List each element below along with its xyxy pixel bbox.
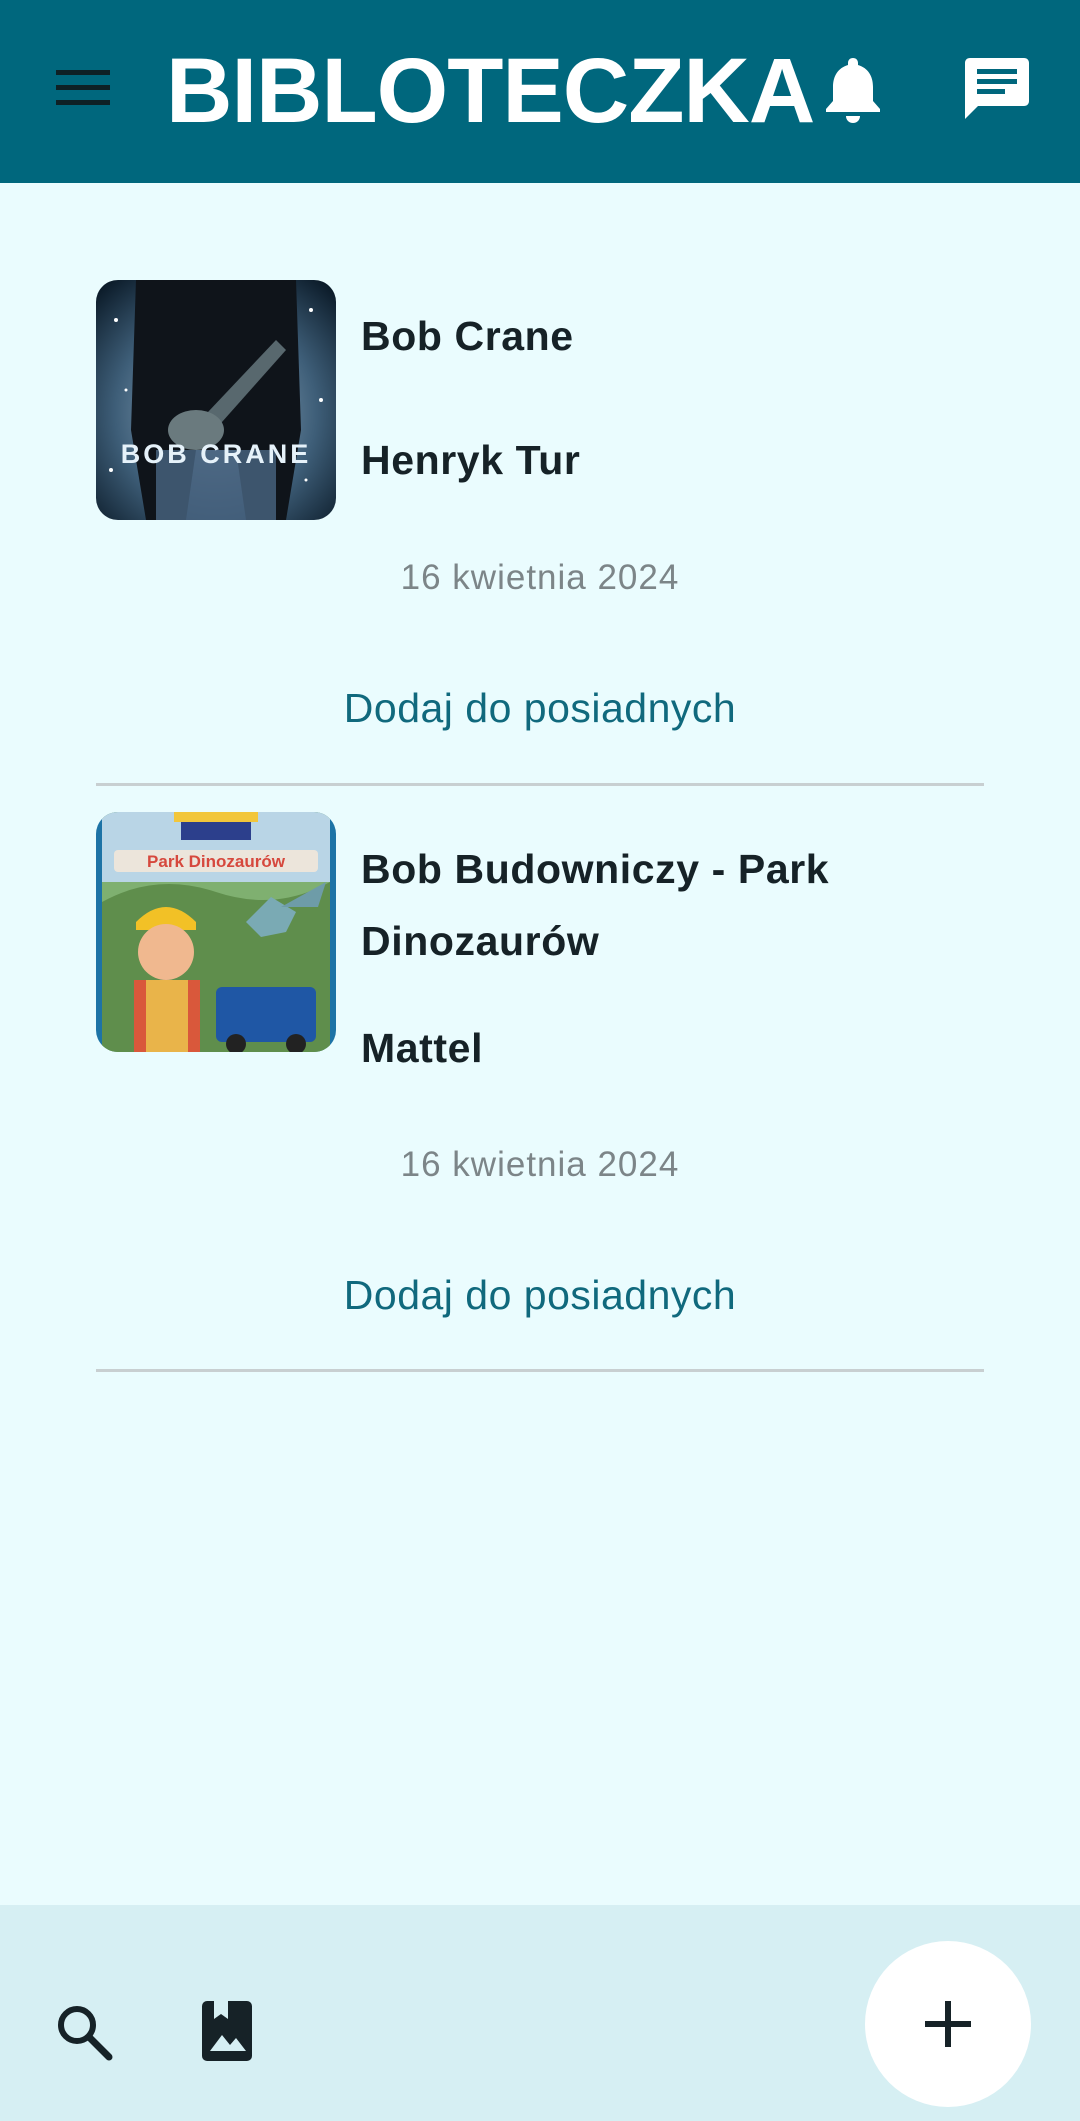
app-title: BIBLOTECZKA [166,40,815,142]
top-app-bar: BIBLOTECZKA [0,0,1080,183]
search-icon [58,2006,113,2061]
book-cover-image[interactable]: Park Dinozaurów [96,812,336,1052]
messages-button[interactable] [962,56,1030,122]
cover-title-text: Park Dinozaurów [147,852,286,871]
add-book-button[interactable] [865,1941,1031,2107]
book-cover-image[interactable]: BOB CRANE [96,280,336,520]
photo-album-icon [202,2001,252,2061]
book-date: 16 kwietnia 2024 [400,1145,680,1184]
book-date: 16 kwietnia 2024 [400,558,680,597]
menu-icon [56,70,110,105]
bell-icon [826,58,880,123]
book-title: Bob Budowniczy - Park Dinozaurów [361,846,830,964]
cover-title-text: BOB CRANE [121,439,312,469]
book-title: Bob Crane [361,313,574,359]
book-card[interactable]: BOB CRANE Bob Crane Henryk Tur 16 kwietn… [96,280,984,786]
menu-button[interactable] [54,66,114,110]
notifications-button[interactable] [822,54,884,124]
book-list: BOB CRANE Bob Crane Henryk Tur 16 kwietn… [96,280,984,1387]
divider [96,1369,984,1372]
book-author: Henryk Tur [361,437,581,483]
photo-album-button[interactable] [200,1999,256,2065]
plus-icon [925,2001,971,2047]
chat-icon [965,58,1029,119]
bottom-app-bar [0,1905,1080,2121]
book-card[interactable]: Park Dinozaurów Bob Budowniczy - Park Di… [96,785,984,1387]
add-to-owned-button[interactable]: Dodaj do posiadnych [96,1272,984,1319]
search-button[interactable] [54,2002,114,2062]
book-author: Mattel [361,1025,484,1071]
add-to-owned-button[interactable]: Dodaj do posiadnych [96,685,984,732]
